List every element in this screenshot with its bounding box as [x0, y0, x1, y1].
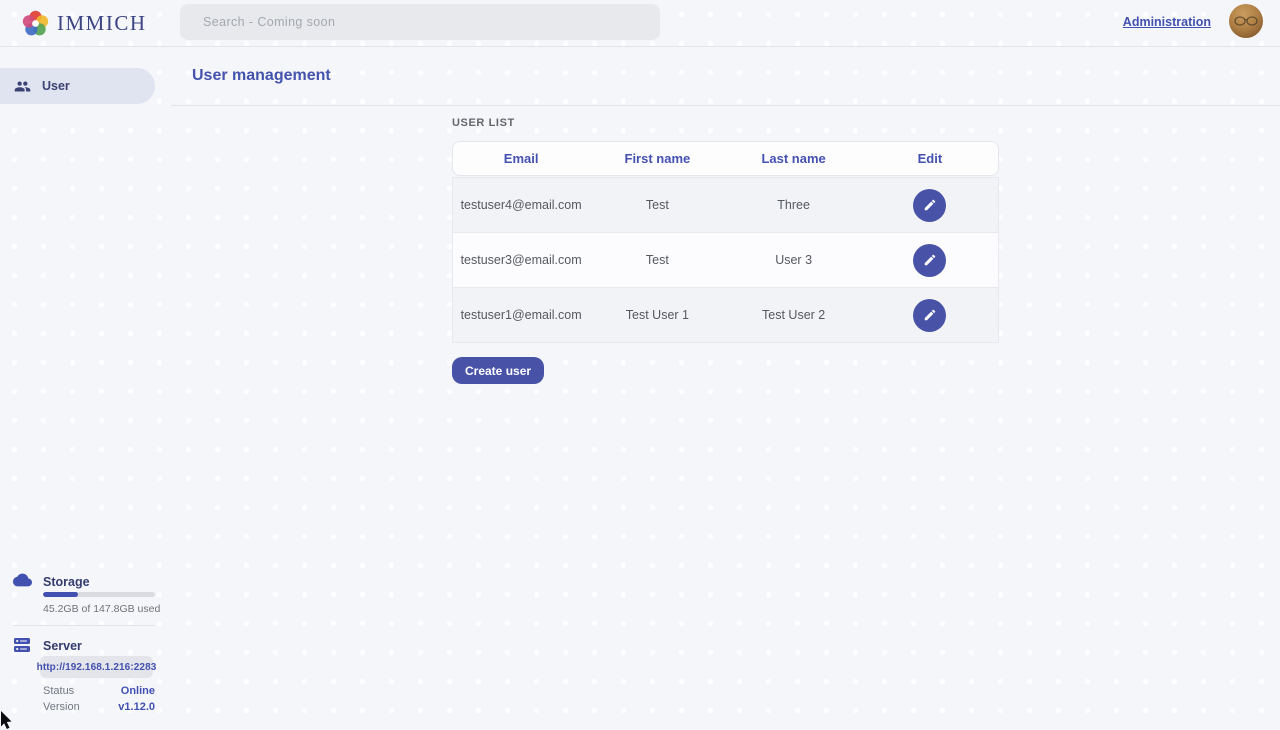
user-first-name: Test User 1	[589, 308, 725, 322]
sidebar-item-user[interactable]: User	[0, 68, 155, 104]
column-header-email: Email	[453, 151, 589, 166]
server-status-row: Status Online	[43, 685, 155, 697]
column-header-edit: Edit	[862, 151, 998, 166]
server-url: http://192.168.1.216:2283	[37, 662, 157, 673]
table-row: testuser1@email.com Test User 1 Test Use…	[452, 287, 999, 343]
create-user-button[interactable]: Create user	[452, 357, 544, 384]
storage-usage-text: 45.2GB of 147.8GB used	[43, 603, 160, 615]
user-email: testuser4@email.com	[453, 198, 589, 212]
status-value: Online	[121, 685, 155, 697]
user-list-label: USER LIST	[452, 117, 515, 129]
user-first-name: Test	[589, 253, 725, 267]
column-header-last-name: Last name	[726, 151, 862, 166]
main-header: User management	[171, 47, 1280, 106]
version-label: Version	[43, 701, 80, 713]
cloud-storage-icon	[13, 572, 32, 588]
glasses-photo-detail	[1233, 15, 1259, 27]
server-icon	[14, 637, 30, 653]
pencil-edit-icon	[923, 253, 937, 267]
user-last-name: Test User 2	[726, 308, 862, 322]
storage-section-title: Storage	[43, 575, 90, 589]
users-group-icon	[14, 78, 31, 95]
brand-name: IMMICH	[57, 11, 147, 36]
version-value: v1.12.0	[118, 701, 155, 713]
user-last-name: User 3	[726, 253, 862, 267]
user-last-name: Three	[726, 198, 862, 212]
top-bar: IMMICH Administration	[0, 0, 1280, 47]
sidebar-divider	[13, 625, 155, 626]
user-table-header: Email First name Last name Edit	[452, 141, 999, 176]
server-url-pill: http://192.168.1.216:2283	[40, 656, 153, 678]
user-table-rows: testuser4@email.com Test Three testuser3…	[452, 177, 999, 343]
search-input[interactable]	[180, 4, 660, 40]
server-version-row: Version v1.12.0	[43, 701, 155, 713]
table-row: testuser3@email.com Test User 3	[452, 232, 999, 288]
page-title: User management	[192, 67, 331, 85]
storage-progress-fill	[43, 592, 78, 597]
column-header-first-name: First name	[589, 151, 725, 166]
sidebar-item-user-label: User	[42, 79, 70, 93]
storage-progress-bar	[43, 592, 155, 597]
brand: IMMICH	[22, 0, 147, 47]
pencil-edit-icon	[923, 198, 937, 212]
edit-user-button[interactable]	[913, 244, 946, 277]
user-first-name: Test	[589, 198, 725, 212]
server-section-title: Server	[43, 639, 82, 653]
edit-user-button[interactable]	[913, 189, 946, 222]
pencil-edit-icon	[923, 308, 937, 322]
mouse-cursor	[0, 711, 16, 730]
user-email: testuser3@email.com	[453, 253, 589, 267]
status-label: Status	[43, 685, 74, 697]
avatar[interactable]	[1229, 4, 1263, 38]
table-row: testuser4@email.com Test Three	[452, 177, 999, 233]
administration-link[interactable]: Administration	[1123, 15, 1211, 29]
user-email: testuser1@email.com	[453, 308, 589, 322]
immich-logo-icon	[22, 10, 49, 37]
edit-user-button[interactable]	[913, 299, 946, 332]
